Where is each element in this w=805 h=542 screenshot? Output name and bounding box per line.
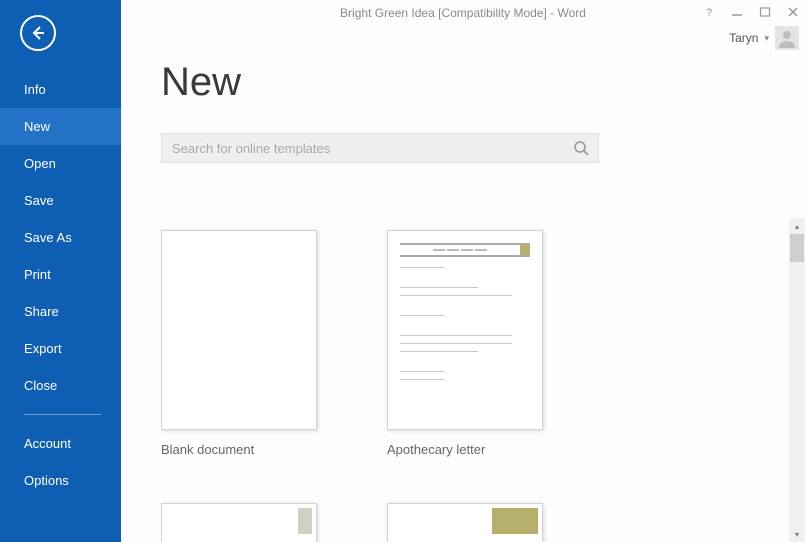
template-item[interactable] <box>387 503 543 542</box>
backstage-sidebar: Info New Open Save Save As Print Share E… <box>0 0 121 542</box>
template-label: Blank document <box>161 442 317 457</box>
window-title: Bright Green Idea [Compatibility Mode] -… <box>340 6 586 20</box>
nav-item-new[interactable]: New <box>0 108 121 145</box>
nav-item-save-as[interactable]: Save As <box>0 219 121 256</box>
nav-item-account[interactable]: Account <box>0 425 121 462</box>
search-button[interactable] <box>570 137 592 159</box>
nav-item-options[interactable]: Options <box>0 462 121 499</box>
svg-text:?: ? <box>706 7 712 18</box>
scroll-up-button[interactable]: ▴ <box>789 218 805 234</box>
page-heading: New <box>161 60 805 105</box>
template-thumbnail <box>387 230 543 430</box>
user-dropdown-icon: ▾ <box>764 33 769 44</box>
nav-item-info[interactable]: Info <box>0 71 121 108</box>
template-label: Apothecary letter <box>387 442 543 457</box>
nav-divider <box>24 414 101 415</box>
scroll-track[interactable] <box>789 234 805 526</box>
back-arrow-icon <box>29 24 47 42</box>
template-thumbnail <box>161 230 317 430</box>
template-thumbnail <box>387 503 543 542</box>
maximize-button[interactable] <box>757 4 773 20</box>
scroll-thumb[interactable] <box>790 234 804 262</box>
nav-list: Info New Open Save Save As Print Share E… <box>0 71 121 499</box>
nav-item-open[interactable]: Open <box>0 145 121 182</box>
nav-item-share[interactable]: Share <box>0 293 121 330</box>
close-button[interactable] <box>785 4 801 20</box>
main-panel: Bright Green Idea [Compatibility Mode] -… <box>121 0 805 542</box>
nav-item-save[interactable]: Save <box>0 182 121 219</box>
minimize-button[interactable] <box>729 4 745 20</box>
user-avatar[interactable] <box>775 26 799 50</box>
template-item[interactable] <box>161 503 317 542</box>
search-icon <box>573 140 589 156</box>
template-thumbnail <box>161 503 317 542</box>
template-search-box[interactable] <box>161 133 599 163</box>
user-name: Taryn <box>729 31 758 45</box>
template-apothecary-letter[interactable]: Apothecary letter <box>387 230 543 457</box>
nav-item-export[interactable]: Export <box>0 330 121 367</box>
title-bar: Bright Green Idea [Compatibility Mode] -… <box>121 0 805 26</box>
avatar-icon <box>777 28 797 48</box>
back-button[interactable] <box>20 15 56 51</box>
help-button[interactable]: ? <box>701 4 717 20</box>
template-gallery: Blank document <box>161 218 789 542</box>
template-blank-document[interactable]: Blank document <box>161 230 317 457</box>
scroll-down-button[interactable]: ▾ <box>789 526 805 542</box>
gallery-scrollbar[interactable]: ▴ ▾ <box>789 218 805 542</box>
nav-item-close[interactable]: Close <box>0 367 121 404</box>
user-account-area[interactable]: Taryn ▾ <box>729 26 799 50</box>
search-input[interactable] <box>172 141 570 156</box>
nav-item-print[interactable]: Print <box>0 256 121 293</box>
